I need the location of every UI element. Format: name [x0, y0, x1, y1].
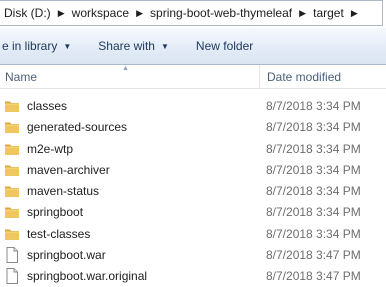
file-icon — [4, 268, 20, 285]
file-row[interactable]: generated-sources 8/7/2018 3:34 PM — [0, 117, 386, 138]
chevron-right-icon[interactable]: ▶ — [296, 1, 309, 25]
folder-icon — [4, 99, 20, 113]
new-folder-label: New folder — [195, 39, 254, 53]
dropdown-arrow-icon: ▼ — [63, 41, 72, 51]
dropdown-arrow-icon: ▼ — [160, 41, 169, 51]
file-date-modified: 8/7/2018 3:34 PM — [266, 120, 361, 135]
file-date-modified: 8/7/2018 3:34 PM — [266, 205, 361, 220]
folder-icon — [4, 205, 20, 219]
file-row[interactable]: test-classes 8/7/2018 3:34 PM — [0, 224, 386, 245]
column-headers: ▲ Name Date modified — [0, 65, 386, 89]
breadcrumb-target[interactable]: target — [309, 6, 348, 20]
column-header-date-modified[interactable]: Date modified — [259, 65, 386, 89]
folder-icon — [4, 163, 20, 177]
file-date-modified: 8/7/2018 3:47 PM — [266, 248, 361, 263]
file-date-modified: 8/7/2018 3:34 PM — [266, 162, 361, 177]
share-with-button[interactable]: Share with ▼ — [91, 35, 176, 57]
file-name: generated-sources — [27, 120, 128, 135]
file-date-modified: 8/7/2018 3:34 PM — [266, 99, 361, 113]
breadcrumb[interactable]: Disk (D:) ▶ workspace ▶ spring-boot-web-… — [0, 0, 383, 26]
file-row[interactable]: springboot.war 8/7/2018 3:47 PM — [0, 245, 386, 266]
folder-icon — [4, 184, 20, 198]
file-date-modified: 8/7/2018 3:47 PM — [266, 269, 361, 284]
file-name: classes — [27, 99, 68, 113]
file-name: maven-archiver — [27, 162, 110, 177]
file-date-modified: 8/7/2018 3:34 PM — [266, 184, 361, 199]
file-row[interactable]: classes 8/7/2018 3:34 PM — [0, 96, 386, 117]
file-row[interactable]: maven-status 8/7/2018 3:34 PM — [0, 181, 386, 202]
file-name: maven-status — [27, 184, 100, 199]
file-row[interactable]: springboot.war.original 8/7/2018 3:47 PM — [0, 266, 386, 287]
chevron-right-icon[interactable]: ▶ — [348, 1, 361, 25]
breadcrumb-project[interactable]: spring-boot-web-thymeleaf — [146, 6, 296, 20]
include-in-library-button[interactable]: e in library ▼ — [0, 35, 78, 57]
command-bar: e in library ▼ Share with ▼ New folder — [0, 28, 386, 65]
folder-icon — [4, 227, 20, 241]
breadcrumb-disk[interactable]: Disk (D:) — [0, 6, 55, 20]
file-list: classes 8/7/2018 3:34 PM generated-sources… — [0, 96, 386, 287]
column-header-name[interactable]: Name — [5, 65, 255, 89]
file-row[interactable]: springboot 8/7/2018 3:34 PM — [0, 202, 386, 223]
file-name: springboot — [27, 205, 84, 220]
file-date-modified: 8/7/2018 3:34 PM — [266, 226, 361, 241]
file-row[interactable]: maven-archiver 8/7/2018 3:34 PM — [0, 160, 386, 181]
file-name: test-classes — [27, 226, 91, 241]
share-with-label: Share with — [98, 39, 155, 53]
include-in-library-label: e in library — [2, 39, 58, 53]
file-row[interactable]: m2e-wtp 8/7/2018 3:34 PM — [0, 139, 386, 160]
file-icon — [4, 247, 20, 264]
address-bar: Disk (D:) ▶ workspace ▶ spring-boot-web-… — [0, 0, 386, 29]
file-name: springboot.war — [27, 248, 106, 263]
chevron-right-icon[interactable]: ▶ — [133, 1, 146, 25]
file-date-modified: 8/7/2018 3:34 PM — [266, 141, 361, 156]
file-name: m2e-wtp — [27, 141, 74, 156]
folder-icon — [4, 120, 20, 134]
new-folder-button[interactable]: New folder — [189, 35, 260, 57]
file-name: springboot.war.original — [27, 269, 148, 284]
explorer-window: Disk (D:) ▶ workspace ▶ spring-boot-web-… — [0, 0, 386, 287]
folder-icon — [4, 142, 20, 156]
chevron-right-icon[interactable]: ▶ — [55, 1, 68, 25]
breadcrumb-workspace[interactable]: workspace — [68, 6, 133, 20]
